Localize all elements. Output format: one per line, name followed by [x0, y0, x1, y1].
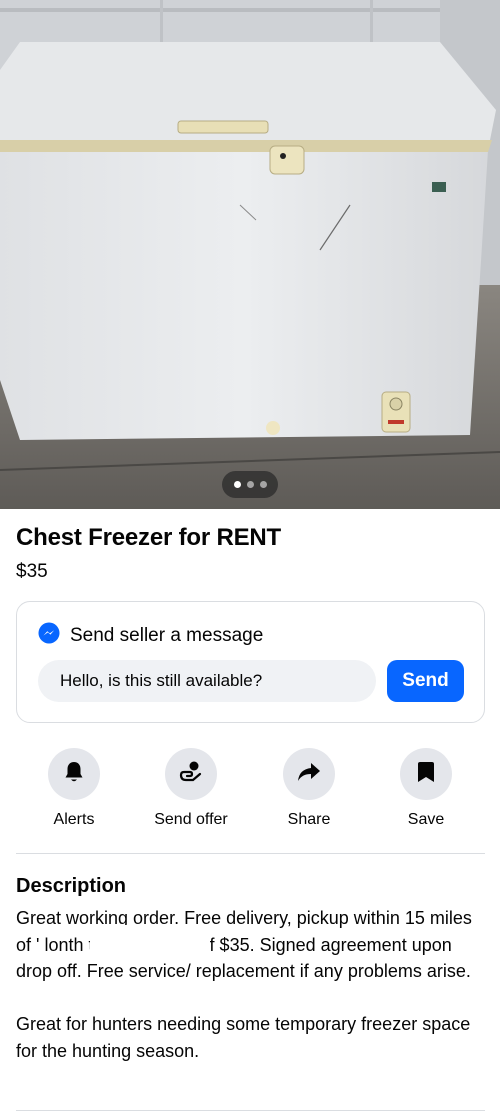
description-paragraph: Great working order. Free delivery, pick… — [16, 908, 472, 981]
freezer-photo-illustration — [0, 0, 500, 509]
send-button[interactable]: Send — [387, 660, 464, 702]
share-icon — [297, 761, 321, 788]
alerts-circle[interactable] — [48, 748, 100, 800]
redaction-patch — [90, 925, 210, 961]
save-label: Save — [407, 811, 445, 828]
share-button[interactable]: Share — [250, 748, 368, 829]
pager-dot — [233, 481, 241, 488]
send-message-heading: Send seller a message — [38, 622, 263, 650]
send-message-title: Send seller a message — [70, 625, 264, 646]
description-heading: Description — [16, 875, 127, 897]
listing-title: Chest Freezer for RENT — [16, 524, 281, 551]
alerts-button[interactable]: Alerts — [15, 748, 133, 829]
description-paragraph: Great for hunters needing some temporary… — [16, 1014, 471, 1061]
alerts-label: Alerts — [53, 811, 95, 828]
offer-icon — [178, 760, 204, 789]
listing-photo[interactable] — [0, 0, 500, 509]
description-body: Great working order. Free delivery, pick… — [16, 905, 486, 1091]
share-circle[interactable] — [283, 748, 335, 800]
send-message-card: Send seller a message Hello, is this sti… — [16, 601, 485, 723]
messenger-icon — [38, 622, 60, 650]
share-label: Share — [287, 811, 331, 828]
message-input[interactable]: Hello, is this still available? — [38, 660, 376, 702]
bell-icon — [63, 760, 85, 789]
pager-dot — [259, 481, 267, 488]
send-offer-label: Send offer — [154, 811, 228, 828]
pager-dot — [246, 481, 254, 488]
action-bar: Alerts Send offer Share Save — [0, 748, 500, 838]
bookmark-icon — [417, 761, 435, 788]
save-circle[interactable] — [400, 748, 452, 800]
bottom-divider — [16, 1110, 485, 1111]
send-offer-button[interactable]: Send offer — [132, 748, 250, 829]
save-button[interactable]: Save — [367, 748, 485, 829]
section-divider — [16, 853, 485, 854]
listing-price: $35 — [16, 561, 48, 582]
send-offer-circle[interactable] — [165, 748, 217, 800]
photo-pager[interactable] — [222, 471, 278, 498]
